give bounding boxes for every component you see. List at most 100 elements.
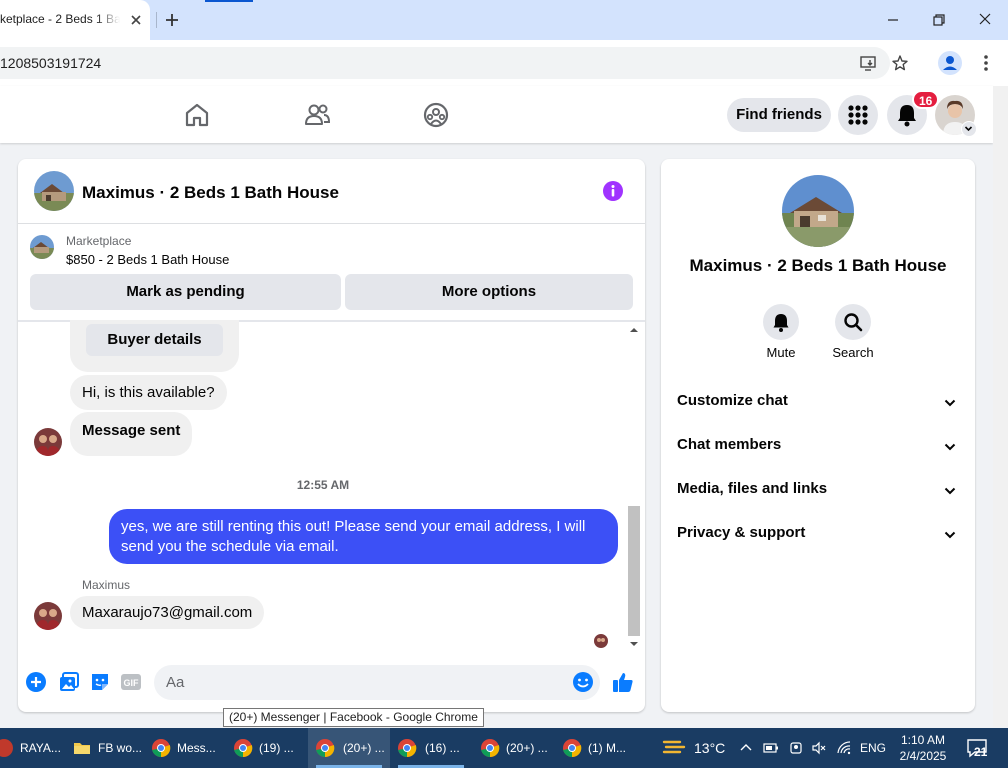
chrome-icon bbox=[481, 739, 500, 758]
taskbar-item[interactable]: (19) ... bbox=[233, 728, 307, 768]
chevron-down-icon bbox=[944, 443, 956, 451]
tab-indicator bbox=[205, 0, 253, 2]
sticker-icon[interactable] bbox=[89, 671, 111, 693]
new-tab-icon[interactable] bbox=[163, 11, 181, 29]
address-bar[interactable] bbox=[0, 47, 890, 79]
emoji-icon[interactable] bbox=[572, 671, 594, 693]
message-input[interactable] bbox=[154, 665, 600, 700]
chrome-icon bbox=[398, 739, 417, 758]
friends-icon[interactable] bbox=[303, 101, 331, 129]
chrome-icon bbox=[563, 739, 582, 758]
outgoing-message[interactable]: yes, we are still renting this out! Plea… bbox=[109, 509, 618, 564]
listing-avatar[interactable] bbox=[34, 171, 74, 211]
notification-count-badge: 16 bbox=[912, 90, 940, 109]
taskbar-item-label: (20+) ... bbox=[343, 741, 385, 755]
chrome-icon bbox=[152, 739, 171, 758]
chrome-profile-icon[interactable] bbox=[937, 50, 963, 76]
account-chevron-down-icon[interactable] bbox=[961, 121, 977, 137]
contact-avatar[interactable] bbox=[34, 602, 62, 630]
folder-icon bbox=[74, 743, 90, 754]
taskbar-item[interactable]: FB wo... bbox=[72, 728, 144, 768]
taskbar-item[interactable]: (16) ... bbox=[390, 728, 472, 768]
mute-button[interactable] bbox=[763, 304, 799, 340]
chevron-up-icon[interactable] bbox=[738, 740, 754, 756]
incoming-message[interactable]: Maxaraujo73@gmail.com bbox=[70, 596, 265, 629]
section-chat-members[interactable]: Chat members bbox=[677, 436, 961, 460]
meet-now-icon[interactable] bbox=[788, 740, 804, 756]
add-attachment-plus-icon[interactable] bbox=[25, 671, 47, 693]
gif-icon-label: GIF bbox=[124, 678, 140, 688]
chat-scrollbar-thumb[interactable] bbox=[628, 506, 640, 636]
marketplace-label: Marketplace bbox=[66, 234, 132, 248]
page-scrollbar[interactable] bbox=[993, 86, 1008, 727]
section-label: Media, files and links bbox=[677, 480, 828, 497]
window-close-icon[interactable] bbox=[976, 12, 994, 28]
window-restore-icon[interactable] bbox=[930, 12, 948, 28]
window-minimize-icon[interactable] bbox=[884, 12, 902, 28]
battery-icon[interactable] bbox=[763, 740, 779, 756]
taskbar-item[interactable]: (1) M... bbox=[562, 728, 636, 768]
section-privacy-support[interactable]: Privacy & support bbox=[677, 524, 961, 548]
taskbar-item-label: RAYA... bbox=[20, 741, 61, 755]
chrome-icon bbox=[316, 739, 335, 758]
buyer-details-button[interactable]: Buyer details bbox=[86, 324, 223, 356]
mark-as-pending-button[interactable]: Mark as pending bbox=[30, 274, 341, 310]
photo-icon[interactable] bbox=[58, 671, 80, 693]
search-in-conversation-button[interactable] bbox=[835, 304, 871, 340]
menu-grid-button[interactable] bbox=[838, 95, 878, 135]
chevron-down-icon bbox=[944, 487, 956, 495]
weather-temperature[interactable]: 13°C bbox=[694, 740, 725, 756]
section-media-files-links[interactable]: Media, files and links bbox=[677, 480, 961, 504]
chat-title[interactable]: Maximus · 2 Beds 1 Bath House bbox=[82, 183, 339, 203]
mute-label: Mute bbox=[766, 345, 796, 360]
install-app-icon[interactable] bbox=[859, 54, 877, 72]
find-friends-button[interactable]: Find friends bbox=[727, 98, 831, 132]
taskbar-item-active[interactable]: (20+) ... bbox=[308, 728, 390, 768]
contact-avatar[interactable] bbox=[34, 428, 62, 456]
gif-icon[interactable]: GIF bbox=[120, 671, 142, 693]
listing-photo-large[interactable] bbox=[782, 175, 854, 247]
section-label: Customize chat bbox=[677, 392, 788, 409]
incoming-message[interactable]: Message sent bbox=[70, 412, 193, 456]
section-customize-chat[interactable]: Customize chat bbox=[677, 392, 961, 416]
taskbar-item[interactable]: (20+) ... bbox=[480, 728, 554, 768]
thumbs-up-like-icon[interactable] bbox=[611, 670, 635, 694]
taskbar-tooltip: (20+) Messenger | Facebook - Google Chro… bbox=[223, 708, 484, 727]
chrome-icon bbox=[234, 739, 253, 758]
tab-close-icon[interactable] bbox=[128, 12, 144, 28]
home-icon[interactable] bbox=[183, 101, 211, 129]
scroll-down-arrow-icon[interactable] bbox=[629, 639, 639, 649]
taskbar-item[interactable]: Mess... bbox=[151, 728, 225, 768]
clock-time: 1:10 AM bbox=[900, 733, 946, 747]
marketplace-listing-thumbnail[interactable] bbox=[30, 235, 54, 259]
taskbar-item-label: (16) ... bbox=[425, 741, 460, 755]
taskbar-item-label: FB wo... bbox=[98, 741, 143, 755]
weather-icon[interactable] bbox=[662, 736, 686, 758]
taskbar-item-label: (20+) ... bbox=[506, 741, 548, 755]
mute-bell-icon bbox=[773, 314, 789, 332]
incoming-message[interactable]: Hi, is this available? bbox=[70, 375, 227, 410]
tab-separator bbox=[156, 12, 157, 28]
bookmark-star-icon[interactable] bbox=[891, 54, 909, 72]
notification-count: 21 bbox=[974, 745, 988, 759]
chevron-down-icon bbox=[944, 531, 956, 539]
taskbar-item-label: Mess... bbox=[177, 741, 216, 755]
groups-icon[interactable] bbox=[422, 101, 450, 129]
taskbar-item[interactable]: RAYA... bbox=[0, 728, 62, 768]
app-icon bbox=[0, 739, 13, 757]
system-clock[interactable]: 1:10 AM 2/4/2025 bbox=[898, 732, 948, 764]
listing-price-title[interactable]: $850 - 2 Beds 1 Bath House bbox=[66, 252, 229, 267]
header-divider bbox=[18, 223, 645, 224]
more-options-button[interactable]: More options bbox=[345, 274, 633, 310]
message-timestamp: 12:55 AM bbox=[296, 478, 350, 492]
info-icon[interactable] bbox=[602, 180, 624, 202]
url-text[interactable]: 1208503191724 bbox=[0, 55, 101, 71]
section-label: Chat members bbox=[677, 436, 782, 453]
tab-title: ketplace - 2 Beds 1 Bat bbox=[0, 12, 120, 26]
taskbar-item-label: (1) M... bbox=[588, 741, 626, 755]
scroll-up-arrow-icon[interactable] bbox=[629, 325, 639, 335]
chrome-menu-icon[interactable] bbox=[978, 53, 994, 73]
speaker-muted-icon[interactable] bbox=[811, 740, 827, 756]
input-language[interactable]: ENG bbox=[860, 741, 886, 755]
wifi-icon[interactable] bbox=[836, 740, 852, 756]
